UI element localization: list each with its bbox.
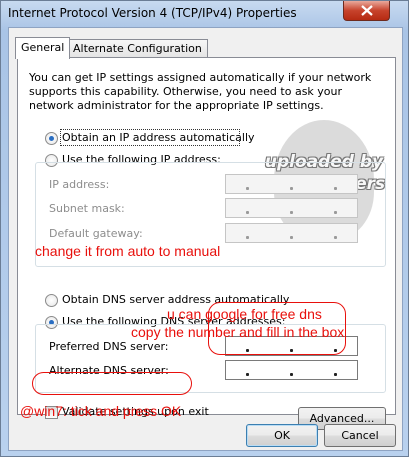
annotation-validate-ring [32,372,192,395]
alternate-dns-field[interactable] [225,360,358,380]
description-text: You can get IP settings assigned automat… [29,71,372,112]
subnet-mask-field[interactable] [225,198,358,218]
annotation-dns-ring [208,302,346,355]
window-title: Internet Protocol Version 4 (TCP/IPv4) P… [8,6,297,20]
preferred-dns-label: Preferred DNS server: [49,340,169,353]
default-gateway-label: Default gateway: [49,227,143,240]
close-button[interactable] [343,1,390,21]
title-bar[interactable]: Internet Protocol Version 4 (TCP/IPv4) P… [1,1,408,27]
default-gateway-field[interactable] [225,223,358,243]
ip-auto-radio[interactable] [45,132,58,145]
general-panel: uploaded by seeksfingers You can get IP … [17,57,396,430]
annotation-win7-note: @win7: tick and press OK [20,403,182,419]
dialog-window: Internet Protocol Version 4 (TCP/IPv4) P… [0,0,409,457]
cancel-button[interactable]: Cancel [324,424,396,447]
annotation-change-note: change it from auto to manual [35,243,221,259]
subnet-mask-label: Subnet mask: [49,202,125,215]
tab-alternate-configuration[interactable]: Alternate Configuration [67,39,208,58]
ok-button[interactable]: OK [246,424,318,447]
dns-auto-radio[interactable] [45,294,58,307]
ip-address-field[interactable] [225,174,358,194]
ip-address-label: IP address: [49,178,110,191]
tab-general[interactable]: General [15,37,71,59]
close-icon [360,5,373,16]
focus-rectangle [60,129,240,146]
